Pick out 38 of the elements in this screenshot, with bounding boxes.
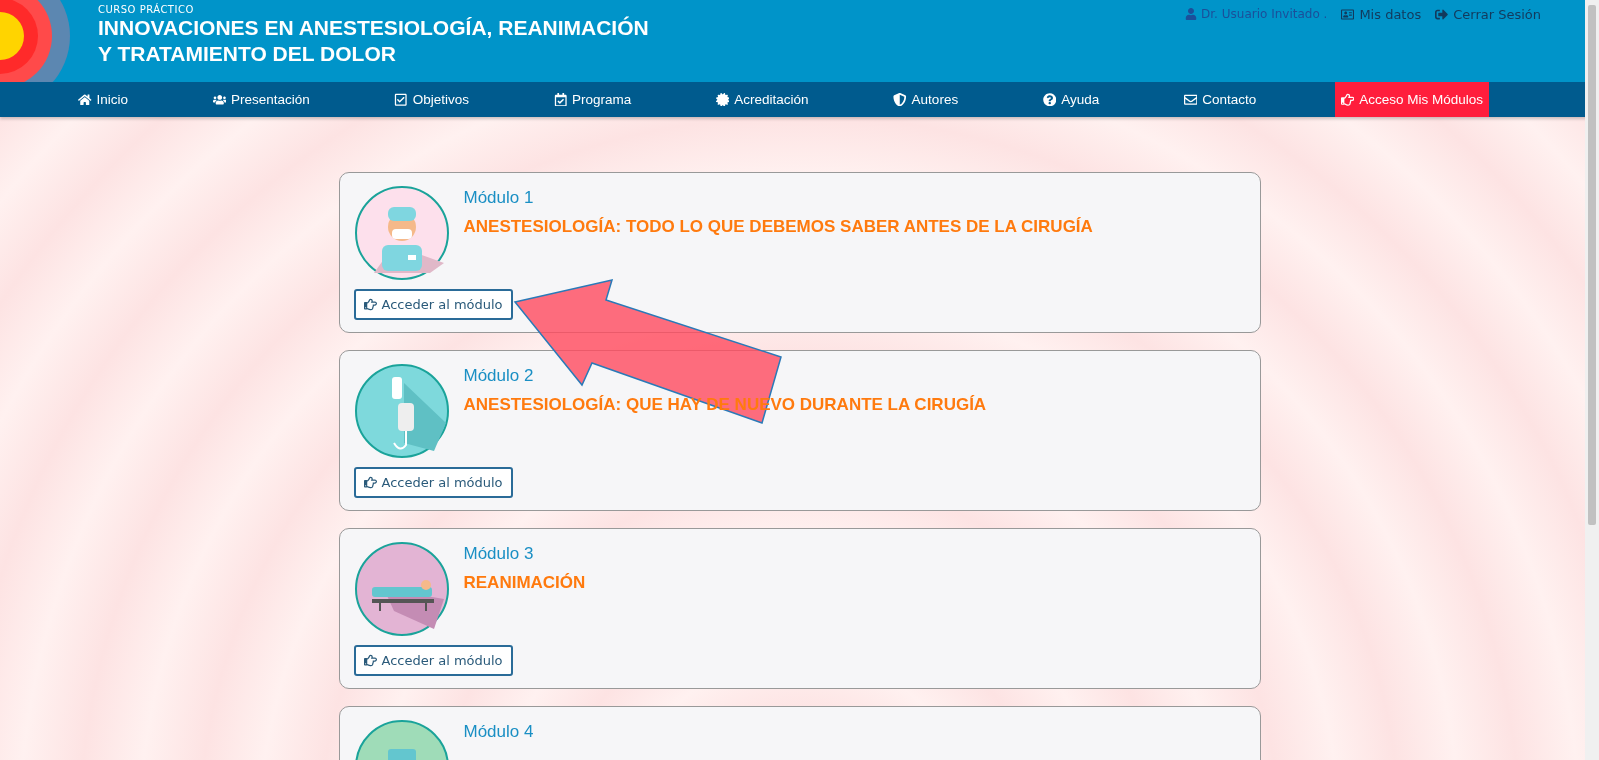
nav-item[interactable]: Programa [547, 82, 638, 117]
nav-item[interactable]: Contacto [1177, 82, 1263, 117]
nav-item[interactable]: Acceso Mis Módulos [1334, 82, 1489, 117]
checkbox-icon [394, 92, 408, 107]
nav-item[interactable]: Objetivos [388, 82, 476, 117]
module-title: ANESTESIOLOGÍA: TODO LO QUE DEBEMOS SABER ANTES DE LA CIRUGÍA [463, 217, 1093, 237]
nav-item[interactable]: Acreditación [709, 82, 815, 117]
shield-icon [893, 92, 907, 107]
user-name: Dr. Usuario Invitado . [1185, 7, 1328, 21]
sign-out-icon [1435, 8, 1449, 21]
scrollbar[interactable] [1585, 0, 1599, 760]
module-number: Módulo 1 [463, 188, 535, 208]
course-title: Y TRATAMIENTO DEL DOLOR [98, 41, 397, 67]
access-module-button[interactable]: Acceder al módulo [353, 289, 513, 320]
badge-icon [715, 92, 730, 107]
calendar-icon [553, 92, 568, 107]
course-title: INNOVACIONES EN ANESTESIOLOGÍA, REANIMACIÓN [98, 15, 649, 41]
module-number: Módulo 4 [463, 722, 534, 742]
pointing-hand-icon [363, 298, 377, 311]
nav-item[interactable]: Autores [887, 82, 965, 117]
user-icon [1185, 8, 1198, 20]
nav-item[interactable]: Inicio [72, 82, 134, 117]
nav-item[interactable]: Presentación [206, 82, 316, 117]
pointing-hand-icon [363, 476, 377, 489]
people-icon [212, 92, 226, 107]
access-module-button[interactable]: Acceder al módulo [353, 467, 513, 498]
envelope-icon [1183, 92, 1198, 107]
pointing-hand-icon [1340, 92, 1355, 107]
house-icon [78, 92, 92, 107]
module-title: REANIMACIÓN [463, 573, 586, 593]
course-kicker: CURSO PRÁCTICO [98, 4, 195, 15]
access-module-button[interactable]: Acceder al módulo [353, 645, 513, 676]
module-number: Módulo 3 [463, 544, 535, 564]
nav-item[interactable]: Ayuda [1036, 82, 1106, 117]
question-icon [1042, 92, 1057, 107]
id-card-icon [1341, 8, 1355, 21]
module-number: Módulo 2 [463, 366, 535, 386]
pointing-hand-icon [363, 654, 377, 667]
